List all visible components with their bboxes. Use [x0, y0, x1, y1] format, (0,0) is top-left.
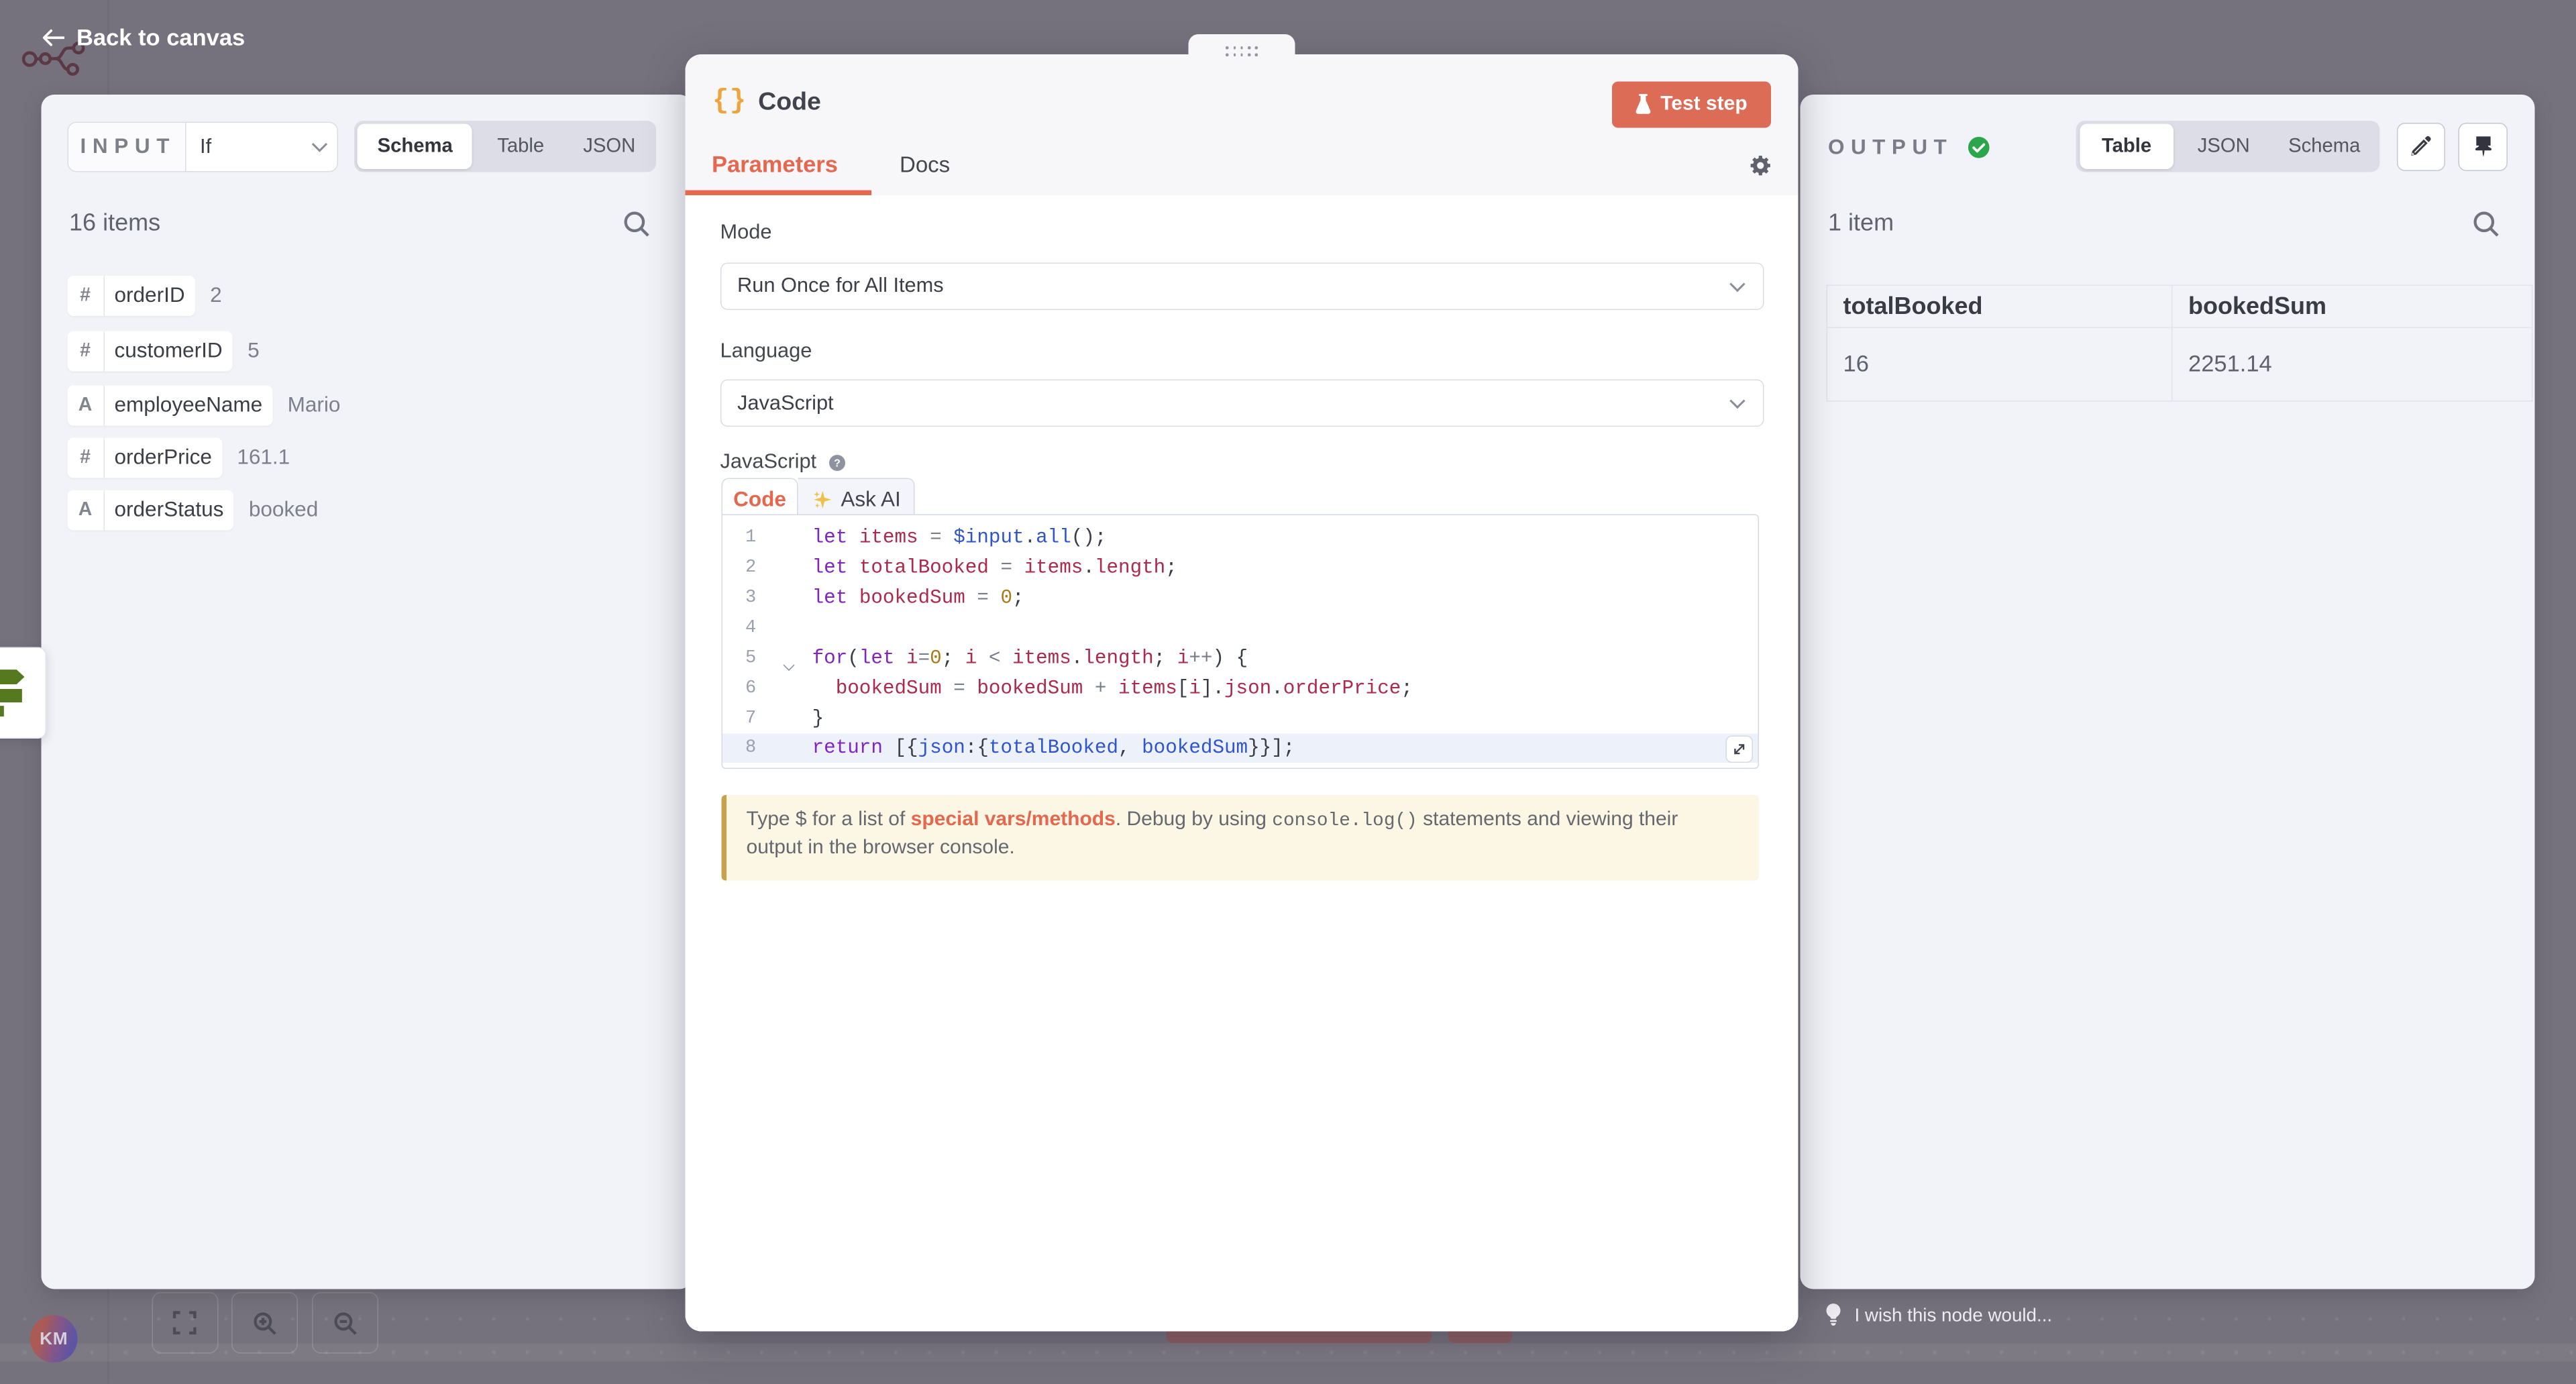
svg-text:?: ? — [834, 458, 841, 470]
